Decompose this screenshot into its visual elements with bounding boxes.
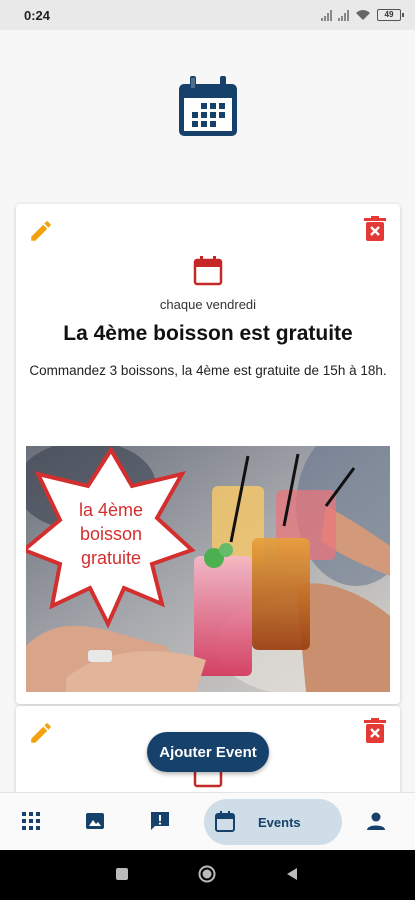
signal-icon-2 xyxy=(338,9,349,21)
system-nav-bar xyxy=(0,850,415,900)
calendar-icon xyxy=(215,811,235,832)
signal-icon xyxy=(321,9,332,21)
feedback-icon xyxy=(151,812,169,830)
event-title: La 4ème boisson est gratuite xyxy=(63,322,353,345)
calendar-hero-icon xyxy=(179,76,237,136)
home-icon[interactable] xyxy=(198,865,216,883)
nav-gallery[interactable] xyxy=(80,806,110,836)
wifi-icon xyxy=(356,10,370,20)
event-image: la 4ème boisson gratuite xyxy=(26,446,390,692)
image-caption-line-1: la 4ème xyxy=(79,500,143,520)
edit-icon[interactable] xyxy=(28,218,54,244)
image-caption-line-2: boisson xyxy=(80,524,142,544)
status-bar: 0:24 49 xyxy=(0,0,415,30)
events-screen[interactable]: chaque vendredi La 4ème boisson est grat… xyxy=(0,30,415,792)
add-event-button[interactable]: Ajouter Event xyxy=(147,732,269,772)
nav-profile[interactable] xyxy=(361,806,391,836)
nav-events-label: Events xyxy=(258,814,301,830)
battery-level: 49 xyxy=(384,10,394,19)
nav-grid[interactable] xyxy=(16,806,46,836)
event-recurrence: chaque vendredi xyxy=(159,297,257,312)
bottom-nav: Events xyxy=(0,792,415,850)
event-calendar-icon xyxy=(193,256,223,286)
image-caption-line-3: gratuite xyxy=(81,548,141,568)
event-description: Commandez 3 boissons, la 4ème est gratui… xyxy=(29,363,387,378)
battery-icon: 49 xyxy=(377,9,404,21)
recent-apps-icon[interactable] xyxy=(115,867,129,881)
delete-icon[interactable] xyxy=(364,216,386,242)
image-icon xyxy=(86,813,104,829)
person-icon xyxy=(367,812,385,830)
nav-events[interactable]: Events xyxy=(204,799,342,845)
grid-icon xyxy=(22,812,40,830)
status-icons: 49 xyxy=(321,9,404,21)
back-icon[interactable] xyxy=(285,867,299,881)
event-card: chaque vendredi La 4ème boisson est grat… xyxy=(16,204,400,704)
status-time: 0:24 xyxy=(24,7,51,23)
nav-feedback[interactable] xyxy=(145,806,175,836)
delete-icon[interactable] xyxy=(364,718,386,744)
edit-icon[interactable] xyxy=(28,720,54,746)
